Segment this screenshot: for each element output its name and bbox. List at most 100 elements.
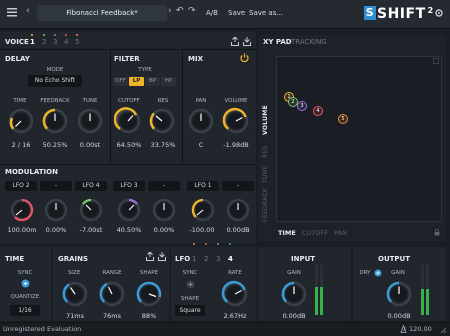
mod-value-4: 40.50% — [116, 226, 142, 234]
mix-pan-knob[interactable] — [187, 107, 215, 135]
xy-tab-time[interactable]: TIME — [278, 229, 296, 237]
filter-res-value: 33.75% — [150, 141, 176, 149]
delay-feedback-label: FEEDBACK — [40, 98, 70, 104]
output-meter-right — [426, 265, 429, 315]
lfo-tab-3[interactable]: 3 — [216, 255, 220, 263]
voice-tab-2[interactable]: 2 — [42, 38, 46, 46]
ab-compare-button[interactable]: A/B — [206, 9, 218, 17]
mod-knob-7[interactable] — [225, 197, 251, 223]
mod-slot-6-source[interactable]: LFO 1 — [187, 181, 219, 191]
xy-tab-cutoff[interactable]: CUTOFF — [302, 229, 328, 237]
voice-export-icon[interactable] — [231, 36, 239, 48]
grains-shape-label: SHAPE — [139, 270, 159, 276]
mod-value-6: -100.00 — [189, 226, 215, 234]
xy-tab-pan[interactable]: PAN — [334, 229, 347, 237]
xy-point-4[interactable]: 4 — [313, 106, 323, 116]
grains-range-knob[interactable] — [98, 280, 126, 308]
time-sync-label: SYNC — [17, 270, 33, 276]
output-dry-toggle[interactable] — [374, 269, 382, 279]
grains-size-knob[interactable] — [61, 280, 89, 308]
delay-time-knob[interactable] — [7, 107, 35, 135]
output-gain-knob[interactable] — [385, 280, 413, 308]
mod-knob-6[interactable] — [190, 197, 216, 223]
lfo-tab-4[interactable]: 4 — [228, 255, 233, 263]
filter-type-hp[interactable]: HP — [161, 77, 176, 86]
voice-title: VOICE — [5, 38, 29, 46]
filter-cutoff-knob[interactable] — [114, 107, 142, 135]
xy-pad-corner-icon[interactable] — [432, 57, 440, 66]
tempo-value: 120.00 — [409, 325, 432, 333]
mod-slot-4-source[interactable]: LFO 3 — [113, 181, 145, 191]
lfo-rate-label: RATE — [228, 270, 242, 276]
grains-import-icon[interactable] — [158, 252, 166, 263]
filter-res-knob[interactable] — [148, 107, 176, 135]
preset-name-display[interactable]: Fibonacci Feedback* — [37, 5, 167, 21]
output-meter-left — [421, 265, 424, 315]
time-sync-toggle[interactable] — [21, 279, 30, 290]
power-icon[interactable] — [240, 53, 249, 64]
voice-tab-4[interactable]: 4 — [64, 38, 68, 46]
xy-pad-area[interactable] — [276, 56, 442, 222]
save-as-button[interactable]: Save as... — [249, 9, 283, 17]
delay-tune-knob[interactable] — [76, 107, 104, 135]
filter-type-off[interactable]: OFF — [113, 77, 128, 86]
voice-import-icon[interactable] — [243, 37, 251, 48]
mod-knob-2[interactable] — [43, 197, 69, 223]
filter-title: FILTER — [114, 55, 140, 63]
mix-pan-value: C — [198, 141, 204, 149]
lfo-shape-select[interactable]: Square — [175, 305, 205, 316]
chevron-right-icon[interactable]: › — [168, 6, 172, 16]
xy-tab-feedback[interactable]: FEEDBACK — [262, 188, 269, 222]
mod-knob-4[interactable] — [116, 197, 142, 223]
voice-tab-5[interactable]: 5 — [75, 38, 79, 46]
xy-point-3[interactable]: 3 — [297, 101, 307, 111]
mod-value-2: 0.00% — [45, 226, 67, 234]
status-text: Unregistered Evaluation — [3, 325, 82, 333]
lfo-tab-1[interactable]: 1 — [192, 255, 196, 263]
mix-volume-value: -1.98dB — [223, 141, 249, 149]
tab-tracking[interactable]: TRACKING — [291, 38, 327, 46]
mod-slot-6-target[interactable]: - — [222, 181, 254, 191]
mix-pan-label: PAN — [195, 98, 207, 104]
mod-slot-1-source[interactable]: LFO 2 — [5, 181, 37, 191]
lfo-rate-knob[interactable] — [221, 280, 249, 308]
mod-slot-1-target[interactable]: - — [40, 181, 72, 191]
modulation-title: MODULATION — [5, 168, 58, 176]
delay-mode-select[interactable]: No Echo Shift — [28, 75, 82, 87]
xy-tab-tune[interactable]: TUNE — [262, 165, 269, 183]
output-title: OUTPUT — [378, 255, 410, 263]
mix-volume-knob[interactable] — [222, 107, 250, 135]
xy-tab-res[interactable]: RES — [262, 145, 269, 158]
xy-tab-volume[interactable]: VOLUME — [262, 105, 269, 135]
grains-export-icon[interactable] — [146, 251, 154, 263]
voice-tab-1[interactable]: 1 — [30, 38, 35, 46]
lfo-sync-label: SYNC — [182, 270, 198, 276]
voice-tab-3[interactable]: 3 — [53, 38, 57, 46]
mod-slot-4-target[interactable]: - — [148, 181, 180, 191]
lock-icon[interactable] — [434, 228, 440, 238]
mod-slot-3-source[interactable]: LFO 4 — [75, 181, 107, 191]
input-gain-knob[interactable] — [280, 280, 308, 308]
menu-icon[interactable] — [7, 8, 17, 20]
tab-xy-pad[interactable]: XY PAD — [263, 38, 292, 46]
time-quantize-select[interactable]: 1/16 — [10, 305, 40, 316]
tempo-icon — [400, 324, 407, 335]
mod-knob-5[interactable] — [151, 197, 177, 223]
resize-handle-icon[interactable] — [439, 326, 447, 336]
mod-knob-1[interactable] — [9, 197, 35, 223]
grains-shape-knob[interactable] — [135, 280, 163, 308]
filter-type-bp[interactable]: BP — [145, 77, 160, 86]
logo-text: SHIFT — [377, 6, 426, 22]
undo-icon[interactable]: ↶ — [176, 6, 184, 16]
settings-icon[interactable] — [434, 8, 444, 20]
filter-type-lp[interactable]: LP — [129, 77, 144, 86]
lfo-sync-toggle[interactable] — [186, 280, 195, 291]
delay-feedback-knob[interactable] — [41, 107, 69, 135]
lfo-tab-2[interactable]: 2 — [204, 255, 208, 263]
chevron-left-icon[interactable]: ‹ — [26, 6, 30, 16]
xy-point-5[interactable]: 5 — [338, 114, 348, 124]
mod-knob-3[interactable] — [78, 197, 104, 223]
redo-icon[interactable]: ↷ — [188, 6, 196, 16]
save-button[interactable]: Save — [228, 9, 245, 17]
input-title: INPUT — [291, 255, 316, 263]
